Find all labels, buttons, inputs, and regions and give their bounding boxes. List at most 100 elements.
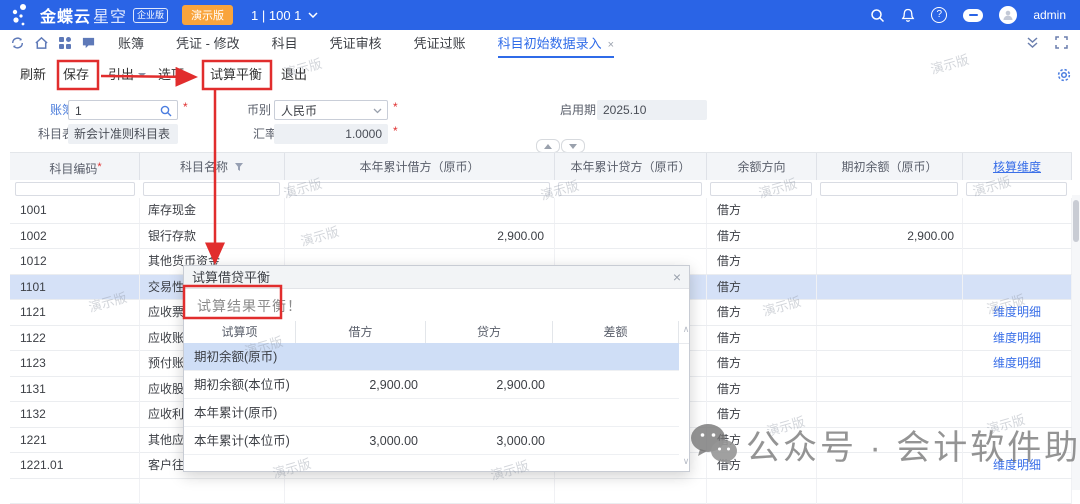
dialog-row[interactable]: 本年累计(原币) bbox=[184, 399, 679, 427]
dimension-detail-link[interactable]: 维度明细 bbox=[993, 458, 1041, 472]
cell-direction[interactable]: 借方 bbox=[707, 224, 817, 249]
cell-opening[interactable]: 2,900.00 bbox=[817, 224, 963, 249]
cell-code[interactable]: 1101 bbox=[12, 275, 140, 300]
cell-dim[interactable] bbox=[963, 224, 1072, 249]
table-row[interactable]: 1002银行存款2,900.00借方2,900.00 bbox=[10, 224, 1072, 250]
fullscreen-icon[interactable] bbox=[1055, 36, 1068, 52]
table-row[interactable]: 1001库存现金 借方 bbox=[10, 198, 1072, 224]
tab-item[interactable]: 凭证 - 修改 bbox=[176, 30, 240, 58]
cell-dim[interactable] bbox=[963, 198, 1072, 223]
scroll-up-icon[interactable]: ∧ bbox=[681, 324, 691, 335]
filter-input[interactable] bbox=[558, 182, 702, 196]
cell-code[interactable]: 1121 bbox=[12, 300, 140, 325]
vertical-scrollbar[interactable] bbox=[1072, 195, 1080, 490]
cell-direction[interactable] bbox=[707, 479, 817, 504]
dialog-row[interactable]: 期初余额(原币) bbox=[184, 343, 679, 371]
search-icon[interactable] bbox=[160, 105, 172, 117]
refresh-icon[interactable] bbox=[10, 36, 25, 53]
cell-code[interactable]: 1001 bbox=[12, 198, 140, 223]
cell-direction[interactable]: 借方 bbox=[707, 377, 817, 402]
cell-ytd_debit[interactable] bbox=[285, 198, 555, 223]
cell-opening[interactable] bbox=[817, 453, 963, 478]
tab-item[interactable]: 科目 bbox=[272, 30, 298, 58]
cell-code[interactable]: 1012 bbox=[12, 249, 140, 274]
filter-input[interactable] bbox=[710, 182, 812, 196]
cell-direction[interactable]: 借方 bbox=[707, 300, 817, 325]
dimension-detail-link[interactable]: 维度明细 bbox=[993, 305, 1041, 319]
cell-dim[interactable] bbox=[963, 275, 1072, 300]
cell-dim[interactable]: 维度明细 bbox=[963, 326, 1072, 351]
cell-ytd_credit[interactable] bbox=[555, 198, 707, 223]
cell-opening[interactable] bbox=[817, 402, 963, 427]
cell-code[interactable]: 1132 bbox=[12, 402, 140, 427]
cell-opening[interactable] bbox=[817, 351, 963, 376]
toolbar-button-5[interactable]: 试算平衡 bbox=[210, 58, 262, 92]
dialog-row[interactable]: 本年累计(本位币)3,000.003,000.00 bbox=[184, 427, 679, 455]
tab-item[interactable]: 凭证过账 bbox=[414, 30, 466, 58]
cell-opening[interactable] bbox=[817, 249, 963, 274]
avatar-icon[interactable] bbox=[999, 6, 1017, 24]
collapse-down-button[interactable] bbox=[561, 139, 585, 153]
gear-icon[interactable] bbox=[1056, 67, 1072, 86]
dialog-titlebar[interactable]: 试算借贷平衡 × bbox=[184, 266, 689, 289]
tab-item[interactable]: 凭证审核 bbox=[330, 30, 382, 58]
cell-direction[interactable]: 借方 bbox=[707, 351, 817, 376]
cell-direction[interactable]: 借方 bbox=[707, 453, 817, 478]
dialog-row[interactable]: 期初余额(本位币)2,900.002,900.00 bbox=[184, 371, 679, 399]
org-selector[interactable]: 1 | 100 1 bbox=[251, 8, 318, 23]
close-icon[interactable]: × bbox=[673, 266, 681, 289]
cell-opening[interactable] bbox=[817, 198, 963, 223]
bell-icon[interactable] bbox=[901, 8, 915, 23]
currency-select[interactable]: 人民币 bbox=[274, 100, 388, 120]
collapse-up-button[interactable] bbox=[536, 139, 560, 153]
cell-direction[interactable]: 借方 bbox=[707, 402, 817, 427]
cell-code[interactable]: 1221.01 bbox=[12, 453, 140, 478]
cell-code[interactable]: 1131 bbox=[12, 377, 140, 402]
cell-ytd_credit[interactable] bbox=[555, 479, 707, 504]
cell-name[interactable] bbox=[140, 479, 285, 504]
username-label[interactable]: admin bbox=[1033, 8, 1066, 22]
toolbar-button-6[interactable]: 退出 bbox=[281, 58, 307, 92]
cell-opening[interactable] bbox=[817, 479, 963, 504]
cell-code[interactable]: 1221 bbox=[12, 428, 140, 453]
toolbar-button-1[interactable]: 刷新 bbox=[20, 58, 46, 92]
theme-toggle-icon[interactable] bbox=[963, 9, 983, 22]
close-icon[interactable]: × bbox=[608, 39, 614, 51]
cell-opening[interactable] bbox=[817, 326, 963, 351]
cell-name[interactable]: 库存现金 bbox=[140, 198, 285, 223]
cell-direction[interactable]: 借方 bbox=[707, 198, 817, 223]
filter-input[interactable] bbox=[288, 182, 550, 196]
toolbar-button-4[interactable]: 选项 bbox=[158, 58, 184, 92]
tab-item[interactable]: 账簿 bbox=[118, 30, 144, 58]
cell-code[interactable]: 1123 bbox=[12, 351, 140, 376]
filter-funnel-icon[interactable] bbox=[228, 160, 244, 174]
toolbar-button-2[interactable]: 保存 bbox=[63, 58, 89, 92]
cell-code[interactable]: 1002 bbox=[12, 224, 140, 249]
home-icon[interactable] bbox=[34, 36, 49, 53]
column-header[interactable]: 核算维度 bbox=[963, 153, 1072, 181]
cell-code[interactable] bbox=[12, 479, 140, 504]
cell-dim[interactable]: 维度明细 bbox=[963, 351, 1072, 376]
chat-icon[interactable] bbox=[81, 36, 96, 53]
apps-icon[interactable] bbox=[58, 36, 72, 53]
cell-code[interactable]: 1122 bbox=[12, 326, 140, 351]
toolbar-button-3[interactable]: 引出 bbox=[108, 58, 146, 92]
filter-input[interactable] bbox=[15, 182, 135, 196]
filter-input[interactable] bbox=[143, 182, 280, 196]
dimension-detail-link[interactable]: 维度明细 bbox=[993, 331, 1041, 345]
cell-opening[interactable] bbox=[817, 428, 963, 453]
help-icon[interactable]: ? bbox=[931, 7, 947, 23]
cell-opening[interactable] bbox=[817, 377, 963, 402]
cell-opening[interactable] bbox=[817, 275, 963, 300]
cell-direction[interactable]: 借方 bbox=[707, 275, 817, 300]
cell-direction[interactable]: 借方 bbox=[707, 249, 817, 274]
dimension-detail-link[interactable]: 维度明细 bbox=[993, 356, 1041, 370]
cell-dim[interactable] bbox=[963, 428, 1072, 453]
collapse-tabs-icon[interactable] bbox=[1026, 36, 1039, 52]
table-row[interactable] bbox=[10, 479, 1072, 504]
cell-dim[interactable]: 维度明细 bbox=[963, 453, 1072, 478]
cell-name[interactable]: 银行存款 bbox=[140, 224, 285, 249]
cell-dim[interactable] bbox=[963, 479, 1072, 504]
cell-ytd_debit[interactable]: 2,900.00 bbox=[285, 224, 555, 249]
filter-input[interactable] bbox=[966, 182, 1067, 196]
